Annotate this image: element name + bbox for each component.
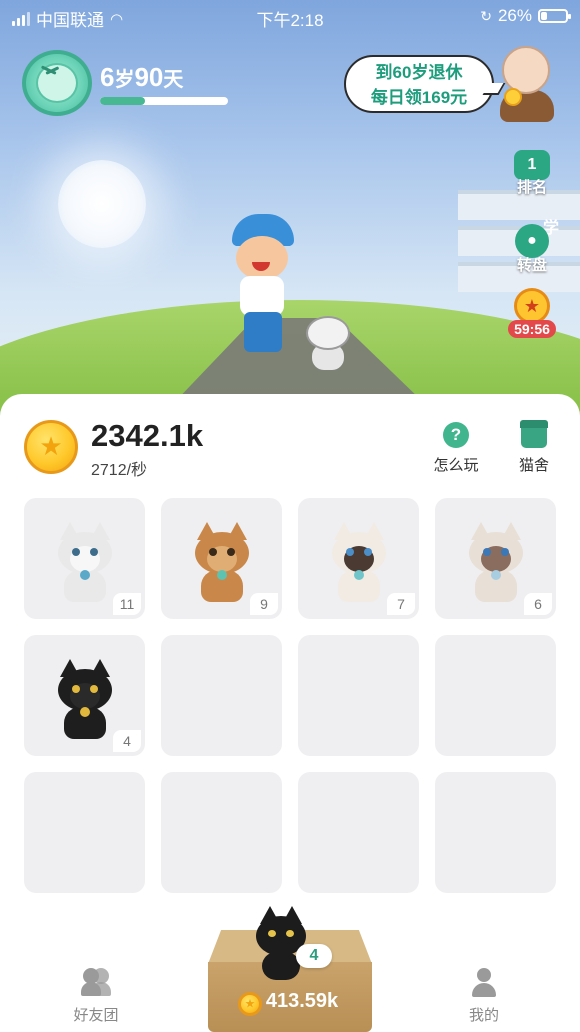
rank-button[interactable]: 1 排名 (510, 150, 554, 197)
ragdoll-cat[interactable] (467, 522, 525, 602)
silver-tabby-cat[interactable] (56, 522, 114, 602)
empty-slot-6[interactable] (161, 635, 282, 756)
total-coins: 2342.1k (91, 418, 204, 453)
how-to-play-label: 怎么玩 (433, 457, 479, 474)
tab-friends[interactable]: 好友团 (56, 968, 136, 1025)
timed-reward-button[interactable]: ★ 59:56 (508, 288, 556, 338)
status-bar: 中国联通 ◠ 下午2:18 ↻ 26% (0, 0, 580, 32)
grandpa-avatar[interactable] (498, 46, 558, 124)
empty-slot-10[interactable] (161, 772, 282, 893)
friends-icon (81, 968, 111, 998)
rank-label: 排名 (516, 179, 547, 196)
siamese-cat[interactable] (330, 522, 388, 602)
cat-level: 11 (113, 593, 141, 615)
age-display: 6岁90天 (100, 62, 183, 93)
wheel-button[interactable]: ● 转盘 (510, 224, 554, 275)
battery-percent: 26% (497, 6, 532, 25)
tab-me[interactable]: 我的 (444, 968, 524, 1025)
scene-cat (302, 312, 356, 370)
cat-slot-1[interactable]: 11 (24, 498, 145, 619)
coin-icon: ★ (24, 420, 78, 474)
how-to-play-button[interactable]: ? 怎么玩 (428, 422, 484, 475)
age-progress-bar (100, 97, 228, 105)
profile-icon (469, 968, 499, 998)
orientation-lock-icon: ↻ (480, 7, 492, 24)
retire-line-1: 到60岁退休 (375, 63, 463, 82)
tab-me-label: 我的 (468, 1007, 499, 1024)
coin-rate: 2712/秒 (91, 462, 148, 479)
sun (58, 160, 146, 248)
cat-slot-5[interactable]: 4 (24, 635, 145, 756)
wheel-label: 转盘 (516, 257, 547, 274)
spawn-count-badge: 4 (296, 944, 332, 968)
cat-level: 9 (250, 593, 278, 615)
cattery-button[interactable]: 猫舍 (506, 420, 562, 475)
cat-level: 4 (113, 730, 141, 752)
tab-friends-label: 好友团 (73, 1007, 119, 1024)
empty-slot-11[interactable] (298, 772, 419, 893)
cattery-icon (520, 420, 548, 448)
running-boy (228, 214, 298, 364)
cat-slot-2[interactable]: 9 (161, 498, 282, 619)
cat-level: 6 (524, 593, 552, 615)
age-unit-days: 天 (163, 69, 184, 91)
cat-slot-3[interactable]: 7 (298, 498, 419, 619)
abyssinian-cat[interactable] (193, 522, 251, 602)
star-icon: ★ (514, 288, 550, 324)
wheel-icon: ● (515, 224, 549, 258)
cat-level: 7 (387, 593, 415, 615)
help-icon: ? (443, 422, 469, 448)
age-days: 90 (134, 62, 164, 92)
empty-slot-12[interactable] (435, 772, 556, 893)
empty-slot-9[interactable] (24, 772, 145, 893)
empty-slot-7[interactable] (298, 635, 419, 756)
spawn-cost: 413.59k (265, 990, 339, 1012)
black-cat[interactable] (56, 659, 114, 739)
age-unit-years: 岁 (114, 69, 135, 91)
age-years: 6 (100, 62, 115, 92)
clock-icon[interactable] (22, 50, 92, 116)
empty-slot-8[interactable] (435, 635, 556, 756)
game-scene (0, 0, 580, 420)
reward-timer: 59:56 (508, 320, 556, 338)
retire-bubble[interactable]: 到60岁退休 每日领169元 (344, 55, 494, 113)
retire-line-2: 每日领169元 (370, 88, 468, 107)
cat-slot-4[interactable]: 6 (435, 498, 556, 619)
battery-icon (538, 9, 571, 23)
cattery-label: 猫舍 (518, 457, 549, 474)
